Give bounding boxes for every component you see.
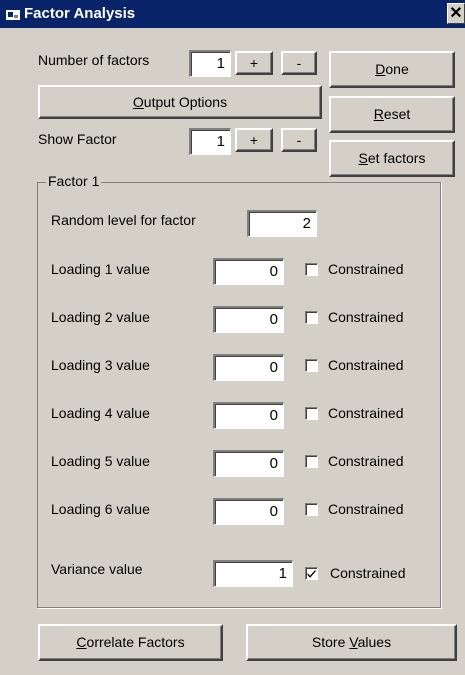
title-bar: Factor Analysis ✕ (0, 0, 465, 28)
loading-3-constrained-checkbox[interactable] (305, 359, 318, 372)
factor-analysis-window: Factor Analysis ✕ Number of factors 1 + … (0, 0, 465, 675)
close-icon: ✕ (449, 5, 463, 22)
number-of-factors-label: Number of factors (38, 52, 150, 68)
plus-label: + (249, 55, 259, 71)
loading-4-constrained-checkbox[interactable] (305, 407, 318, 420)
loading-1-field[interactable]: 0 (213, 258, 284, 285)
output-options-button[interactable]: Output Options (38, 85, 322, 119)
loading-2-constrained-checkbox[interactable] (305, 311, 318, 324)
factor-groupbox (37, 182, 441, 608)
loading-2-constrained-label: Constrained (328, 309, 404, 325)
variance-constrained-label: Constrained (330, 565, 406, 581)
minus-label: - (296, 55, 302, 71)
loading-4-field[interactable]: 0 (213, 402, 284, 429)
loading-5-constrained-checkbox[interactable] (305, 455, 318, 468)
loading-2-field[interactable]: 0 (213, 306, 284, 333)
reset-button[interactable]: Reset (329, 96, 455, 133)
reset-label: Reset (373, 106, 411, 122)
factors-increment-button[interactable]: + (235, 51, 273, 75)
variance-constrained-checkbox[interactable] (305, 567, 318, 580)
output-options-label: Output Options (132, 94, 228, 110)
loading-5-label: Loading 5 value (51, 453, 150, 469)
factor-group-legend: Factor 1 (46, 173, 102, 189)
done-label: Done (375, 61, 409, 77)
loading-4-label: Loading 4 value (51, 405, 150, 421)
loading-2-label: Loading 2 value (51, 309, 150, 325)
loading-6-constrained-label: Constrained (328, 501, 404, 517)
variance-field[interactable]: 1 (213, 560, 293, 587)
show-factor-label: Show Factor (38, 131, 117, 147)
number-of-factors-field[interactable]: 1 (189, 50, 231, 77)
random-level-field[interactable]: 2 (247, 210, 317, 237)
show-factor-increment-button[interactable]: + (235, 128, 273, 152)
show-factor-decrement-button[interactable]: - (281, 128, 317, 152)
plus-label: + (249, 132, 259, 148)
store-values-label: Store Values (311, 634, 392, 650)
loading-4-constrained-label: Constrained (328, 405, 404, 421)
done-button[interactable]: Done (329, 51, 455, 88)
loading-5-field[interactable]: 0 (213, 450, 284, 477)
factors-decrement-button[interactable]: - (281, 51, 317, 75)
minus-label: - (296, 132, 302, 148)
checkmark-icon (307, 569, 316, 578)
set-factors-button[interactable]: Set factors (329, 140, 455, 177)
loading-6-constrained-checkbox[interactable] (305, 503, 318, 516)
random-level-label: Random level for factor (51, 212, 196, 228)
loading-1-constrained-checkbox[interactable] (305, 263, 318, 276)
loading-6-label: Loading 6 value (51, 501, 150, 517)
store-values-button[interactable]: Store Values (246, 624, 457, 661)
loading-3-label: Loading 3 value (51, 357, 150, 373)
loading-5-constrained-label: Constrained (328, 453, 404, 469)
correlate-factors-label: Correlate Factors (76, 634, 185, 650)
loading-3-field[interactable]: 0 (213, 354, 284, 381)
variance-label: Variance value (51, 561, 143, 577)
window-title: Factor Analysis (24, 5, 136, 22)
window-icon (6, 7, 20, 20)
loading-3-constrained-label: Constrained (328, 357, 404, 373)
loading-1-label: Loading 1 value (51, 261, 150, 277)
set-factors-label: Set factors (358, 150, 426, 166)
correlate-factors-button[interactable]: Correlate Factors (38, 624, 223, 661)
show-factor-field[interactable]: 1 (189, 128, 231, 155)
close-button[interactable]: ✕ (447, 3, 465, 24)
loading-1-constrained-label: Constrained (328, 261, 404, 277)
loading-6-field[interactable]: 0 (213, 498, 284, 525)
